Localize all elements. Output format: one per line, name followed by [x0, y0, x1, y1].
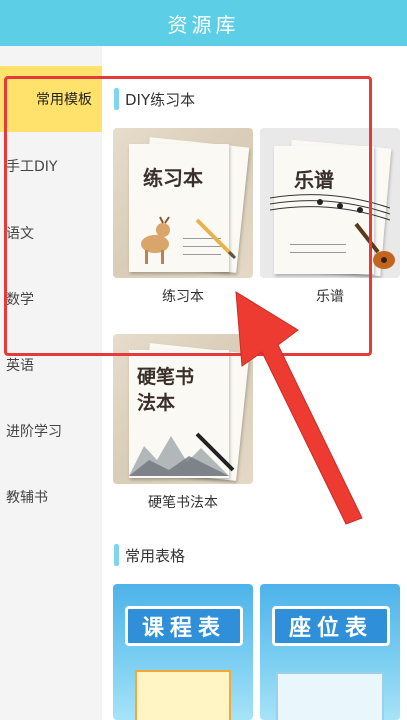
section-header-common-forms: 常用表格 — [114, 544, 185, 566]
cover-title: 硬笔书法本 — [137, 366, 195, 414]
sidebar-item-label: 英语 — [6, 358, 34, 374]
template-card-class-schedule[interactable]: 课程表 — [113, 584, 253, 720]
class-schedule-thumbnail: 课程表 — [113, 584, 253, 720]
cover-title: 座位表 — [272, 606, 390, 646]
template-card-pen-calligraphy-book[interactable]: 硬笔书法本 硬笔书法本 — [113, 334, 253, 512]
schedule-grid-image — [135, 670, 231, 720]
template-card-label: 硬笔书法本 — [148, 495, 218, 511]
seating-chart-thumbnail: 座位表 — [260, 584, 400, 720]
sidebar-item-study-aids[interactable]: 教辅书 — [0, 464, 102, 530]
highlight-frame — [4, 76, 372, 356]
app-header: 资源库 — [0, 0, 407, 46]
section-marker — [114, 544, 119, 566]
template-card-seating-chart[interactable]: 座位表 — [260, 584, 400, 720]
sidebar-item-label: 教辅书 — [6, 490, 48, 506]
seating-grid-image — [276, 672, 384, 720]
calligraphy-book-thumbnail: 硬笔书法本 — [113, 334, 253, 484]
pen-icon — [195, 432, 235, 472]
cover-title: 课程表 — [125, 606, 243, 646]
sidebar-item-label: 进阶学习 — [6, 424, 62, 440]
section-title: 常用表格 — [125, 546, 186, 565]
page-title: 资源库 — [167, 12, 240, 37]
sidebar-item-advanced-learning[interactable]: 进阶学习 — [0, 398, 102, 464]
